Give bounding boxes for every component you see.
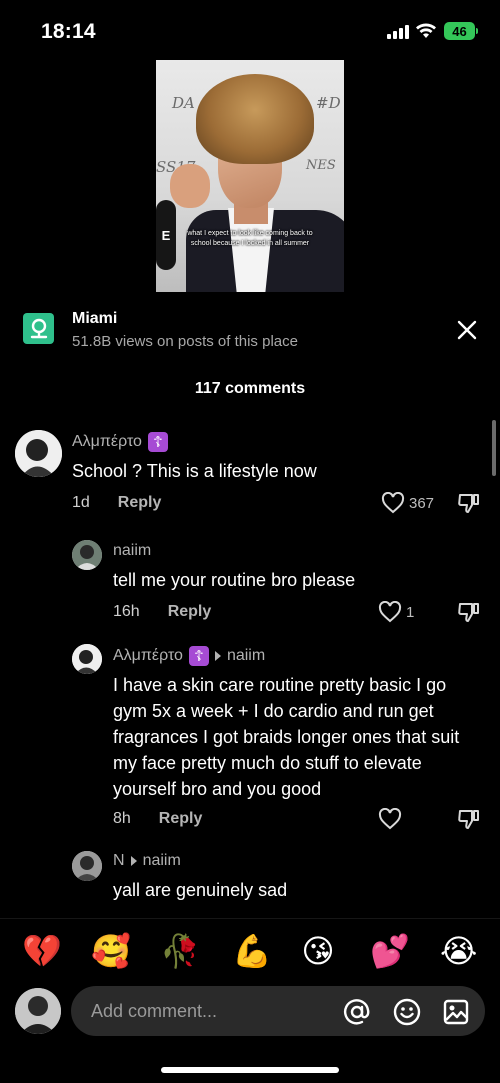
mic-logo: E bbox=[161, 228, 171, 243]
wall-text-nes: NES bbox=[306, 158, 336, 173]
emoji-wilted-rose[interactable]: 🥀 bbox=[160, 933, 200, 969]
reply-arrow-icon bbox=[214, 651, 221, 661]
comment-meta: 16h Reply bbox=[113, 603, 211, 621]
username-text[interactable]: Αλμπέρτο bbox=[113, 647, 183, 665]
avatar[interactable] bbox=[72, 851, 102, 881]
comment-time: 1d bbox=[72, 494, 90, 511]
battery-cap bbox=[476, 28, 478, 34]
comment-text: I have a skin care routine pretty basic … bbox=[113, 675, 460, 799]
comment-input-box[interactable] bbox=[71, 986, 485, 1036]
reply-to-username[interactable]: naiim bbox=[227, 647, 265, 665]
wall-text-left: DA bbox=[172, 94, 195, 112]
reply-to-username[interactable]: naiim bbox=[143, 852, 181, 870]
emoji-kiss-face[interactable]: 😘 bbox=[300, 933, 336, 969]
emoji-flexed-bicep[interactable]: 💪 bbox=[232, 933, 272, 969]
battery-level: 46 bbox=[452, 23, 467, 39]
comments-count: 117 comments bbox=[194, 380, 306, 397]
avatar[interactable] bbox=[72, 540, 102, 570]
emoji-smiling-hearts[interactable]: 🥰 bbox=[91, 933, 131, 969]
video-caption: what I expect to look like coming back t… bbox=[187, 230, 313, 247]
orthodox-cross-badge-icon: ☦ bbox=[147, 432, 168, 452]
like-count: 367 bbox=[409, 494, 435, 512]
comment-username[interactable]: naiim bbox=[113, 542, 151, 560]
video-person-hand bbox=[170, 164, 210, 208]
comment-time: 16h bbox=[113, 603, 140, 620]
video-person-hair bbox=[196, 74, 314, 164]
dislike-icon[interactable] bbox=[457, 808, 481, 830]
emoji-loudly-crying[interactable]: 😭 bbox=[440, 933, 477, 969]
heart-icon[interactable] bbox=[378, 808, 402, 830]
reply-button[interactable]: Reply bbox=[159, 810, 203, 828]
image-gallery-icon[interactable] bbox=[442, 998, 470, 1026]
dislike-icon[interactable] bbox=[457, 492, 481, 514]
wall-text-right: #D bbox=[316, 94, 341, 112]
comment-username[interactable]: Αλμπέρτο ☦ naiim bbox=[113, 646, 265, 666]
reply-arrow-icon bbox=[130, 856, 137, 866]
emoji-smile-icon[interactable] bbox=[393, 998, 421, 1026]
like-button[interactable] bbox=[378, 808, 402, 830]
like-count: 1 bbox=[406, 603, 415, 621]
comment-text: School ? This is a lifestyle now bbox=[72, 461, 317, 481]
emoji-quick-bar: 💔 🥰 🥀 💪 😘 💕 😭 bbox=[0, 918, 500, 980]
wifi-icon bbox=[416, 23, 436, 38]
status-bar: 18:14 46 bbox=[0, 0, 500, 60]
heart-icon[interactable] bbox=[378, 601, 402, 623]
location-subtitle: 51.8B views on posts of this place bbox=[72, 333, 298, 350]
close-icon[interactable] bbox=[454, 317, 480, 343]
comment-time: 8h bbox=[113, 810, 131, 827]
heart-icon[interactable] bbox=[381, 492, 405, 514]
comment-input-row bbox=[0, 982, 500, 1042]
reply-button[interactable]: Reply bbox=[168, 603, 212, 621]
comment-input[interactable] bbox=[91, 986, 341, 1036]
avatar[interactable] bbox=[15, 430, 62, 477]
orthodox-cross-badge-icon: ☦ bbox=[188, 646, 209, 666]
location-title[interactable]: Miami bbox=[72, 310, 117, 328]
home-indicator[interactable] bbox=[161, 1067, 339, 1073]
dislike-icon[interactable] bbox=[457, 601, 481, 623]
battery-icon: 46 bbox=[444, 22, 475, 40]
comment-text: tell me your routine bro please bbox=[113, 570, 356, 590]
status-time: 18:14 bbox=[41, 20, 96, 43]
mention-at-icon[interactable] bbox=[343, 998, 371, 1026]
reply-to[interactable]: naiim bbox=[130, 852, 181, 870]
comment-username[interactable]: Αλμπέρτο ☦ bbox=[72, 432, 168, 452]
username-text[interactable]: naiim bbox=[113, 542, 151, 560]
avatar[interactable] bbox=[72, 644, 102, 674]
emoji-two-hearts[interactable]: 💕 bbox=[370, 933, 410, 969]
reply-to[interactable]: naiim bbox=[214, 647, 265, 665]
emoji-broken-heart[interactable]: 💔 bbox=[22, 933, 62, 969]
location-pin-icon[interactable] bbox=[23, 313, 54, 344]
username-text[interactable]: Αλμπέρτο bbox=[72, 433, 142, 451]
signal-icon bbox=[387, 24, 409, 39]
comment-username[interactable]: N naiim bbox=[113, 852, 181, 870]
like-button[interactable]: 1 bbox=[378, 601, 414, 623]
username-text[interactable]: N bbox=[113, 852, 125, 870]
comment-meta: 1d Reply bbox=[72, 494, 161, 512]
scrollbar[interactable] bbox=[492, 420, 496, 476]
comment-text: yall are genuinely sad bbox=[113, 880, 288, 900]
like-button[interactable]: 367 bbox=[381, 492, 434, 514]
comment-meta: 8h Reply bbox=[113, 810, 202, 828]
my-avatar[interactable] bbox=[15, 988, 61, 1034]
video-thumbnail[interactable]: DA #D SS17 NES E what I expect to look l… bbox=[156, 60, 344, 292]
reply-button[interactable]: Reply bbox=[118, 494, 162, 512]
